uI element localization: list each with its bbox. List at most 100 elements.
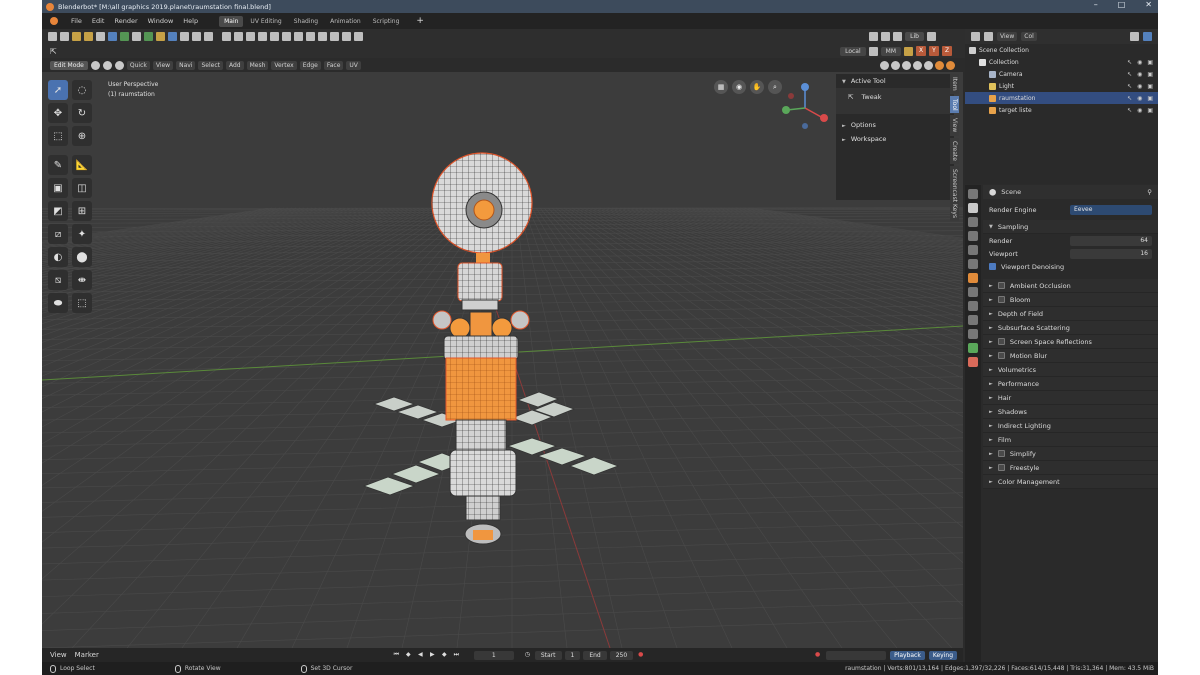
particles-tab-icon[interactable]	[968, 301, 978, 311]
blender-menu-icon[interactable]	[50, 17, 58, 25]
append-icon[interactable]	[144, 32, 153, 41]
space-station-model[interactable]	[42, 58, 963, 648]
solid-shading-icon[interactable]	[924, 60, 933, 70]
axis-gizmo[interactable]	[777, 80, 833, 136]
render-panel-header[interactable]: ► Ambient Occlusion	[983, 279, 1158, 293]
smooth-tool-icon[interactable]: ⬤	[72, 247, 92, 267]
render-panel-header[interactable]: ► Motion Blur	[983, 349, 1158, 363]
camera-icon[interactable]	[330, 32, 339, 41]
visibility-toggles[interactable]: ↖ ◉ ▣	[1127, 59, 1153, 66]
grid-icon[interactable]	[342, 32, 351, 41]
annotate-tool-icon[interactable]: ✎	[48, 155, 68, 175]
menu-file[interactable]: File	[70, 17, 83, 25]
new-collection-icon[interactable]	[1143, 32, 1152, 41]
render-engine-dropdown[interactable]: Eevee	[1070, 204, 1152, 215]
panel-enable-checkbox[interactable]	[997, 282, 1005, 289]
axis-z-button[interactable]: Z	[942, 46, 952, 56]
play-reverse-icon[interactable]: ◀	[416, 651, 425, 660]
redo-icon[interactable]	[204, 32, 213, 41]
data-tab-icon[interactable]	[968, 343, 978, 353]
world-tab-icon[interactable]	[968, 259, 978, 269]
tab-shading[interactable]: Shading	[289, 16, 323, 27]
prev-keyframe-icon[interactable]: ◆	[404, 651, 413, 660]
layout-icon[interactable]	[869, 32, 879, 41]
undo-icon[interactable]	[192, 32, 201, 41]
workspace-header[interactable]: ► Workspace	[836, 132, 954, 146]
eye-icon[interactable]: ◉	[1137, 107, 1142, 114]
viewport-denoising-checkbox[interactable]	[989, 263, 996, 270]
outliner-item[interactable]: Collection ↖ ◉ ▣	[965, 56, 1158, 68]
physics-tab-icon[interactable]	[968, 315, 978, 325]
render-panel-header[interactable]: ► Shadows	[983, 405, 1158, 419]
menu-quick[interactable]: Quick	[126, 60, 150, 70]
eye-icon[interactable]: ◉	[1137, 71, 1142, 78]
panel-enable-checkbox[interactable]	[997, 450, 1005, 457]
spin-tool-icon[interactable]: ◐	[48, 247, 68, 267]
axis-y-button[interactable]: Y	[929, 46, 939, 56]
menu-add[interactable]: Add	[226, 60, 244, 70]
close-icon[interactable]: ✕	[1145, 0, 1152, 9]
tab-tool[interactable]: Tool	[950, 95, 959, 114]
menu-mesh[interactable]: Mesh	[246, 60, 269, 70]
output-tab-icon[interactable]	[968, 217, 978, 227]
add-workspace-icon[interactable]: +	[416, 16, 424, 26]
outliner-item[interactable]: Scene Collection	[965, 44, 1158, 56]
select-toggle-icon[interactable]: ↖	[1127, 71, 1132, 78]
camera-view-icon[interactable]: ◉	[732, 80, 746, 94]
face-select-icon[interactable]	[114, 60, 124, 70]
outliner-item[interactable]: Light ↖ ◉ ▣	[965, 80, 1158, 92]
link-icon[interactable]	[156, 32, 165, 41]
menu-uv[interactable]: UV	[346, 60, 361, 70]
knife-tool-icon[interactable]: ⧄	[48, 224, 68, 244]
active-tool-header[interactable]: ▼ Active Tool	[836, 74, 954, 88]
overlay-icon[interactable]	[270, 32, 279, 41]
pin-icon[interactable]: ⚲	[1147, 188, 1152, 196]
cursor-tool-icon[interactable]: ⇱	[50, 47, 57, 56]
select-toggle-icon[interactable]: ↖	[1127, 107, 1132, 114]
render-panel-header[interactable]: ► Simplify	[983, 447, 1158, 461]
menu-select[interactable]: Select	[198, 60, 223, 70]
outliner-item[interactable]: Camera ↖ ◉ ▣	[965, 68, 1158, 80]
material-tab-icon[interactable]	[968, 357, 978, 367]
tab-screencast-keys[interactable]: Screencast Keys	[950, 165, 959, 221]
outliner-editor-icon[interactable]	[971, 32, 980, 41]
visibility-toggles[interactable]: ↖ ◉ ▣	[1127, 83, 1153, 90]
scale-tool-icon[interactable]: ⬚	[48, 126, 68, 146]
keying-dropdown[interactable]: Keying	[928, 650, 957, 660]
vertex-select-icon[interactable]	[90, 60, 100, 70]
shrink-fatten-tool-icon[interactable]: ⇼	[72, 270, 92, 290]
outliner-col-menu[interactable]: Col	[1021, 32, 1037, 41]
render-toggle-icon[interactable]: ▣	[1147, 107, 1153, 114]
select-toggle-icon[interactable]: ↖	[1127, 95, 1132, 102]
move-tool-icon[interactable]: ✥	[48, 103, 68, 123]
visibility-toggles[interactable]: ↖ ◉ ▣	[1127, 95, 1153, 102]
rotate-tool-icon[interactable]: ↻	[72, 103, 92, 123]
menu-face[interactable]: Face	[323, 60, 344, 70]
play-icon[interactable]: ▶	[428, 651, 437, 660]
current-frame-field[interactable]: 1	[473, 650, 514, 660]
inset-tool-icon[interactable]: ◫	[72, 178, 92, 198]
save-as-icon[interactable]	[108, 32, 117, 41]
render-toggle-icon[interactable]: ▣	[1147, 83, 1153, 90]
sampling-panel-header[interactable]: ▼ Sampling	[983, 220, 1158, 234]
measure-tool-icon[interactable]: 📐	[72, 155, 92, 175]
auto-key-icon[interactable]: ●	[813, 651, 822, 660]
filter-icon[interactable]	[1130, 32, 1139, 41]
proportional-icon[interactable]	[306, 32, 315, 41]
constraints-tab-icon[interactable]	[968, 329, 978, 339]
loop-cut-tool-icon[interactable]: ⊞	[72, 201, 92, 221]
active-tool-item[interactable]: ⇱ Tweak	[836, 88, 954, 114]
next-keyframe-icon[interactable]: ◆	[440, 651, 449, 660]
render-panel-header[interactable]: ► Screen Space Reflections	[983, 335, 1158, 349]
select-circle-icon[interactable]: ◌	[72, 80, 92, 100]
render-panel-header[interactable]: ► Bloom	[983, 293, 1158, 307]
render-panel-header[interactable]: ► Volumetrics	[983, 363, 1158, 377]
export-icon[interactable]	[132, 32, 141, 41]
panel-enable-checkbox[interactable]	[997, 296, 1005, 303]
tab-main[interactable]: Main	[219, 15, 244, 27]
record-icon[interactable]: ●	[636, 651, 645, 660]
snap-icon[interactable]	[294, 32, 303, 41]
open-recent-icon[interactable]	[84, 32, 93, 41]
mode-dropdown[interactable]: Edit Mode	[50, 60, 88, 70]
import-icon[interactable]	[120, 32, 129, 41]
